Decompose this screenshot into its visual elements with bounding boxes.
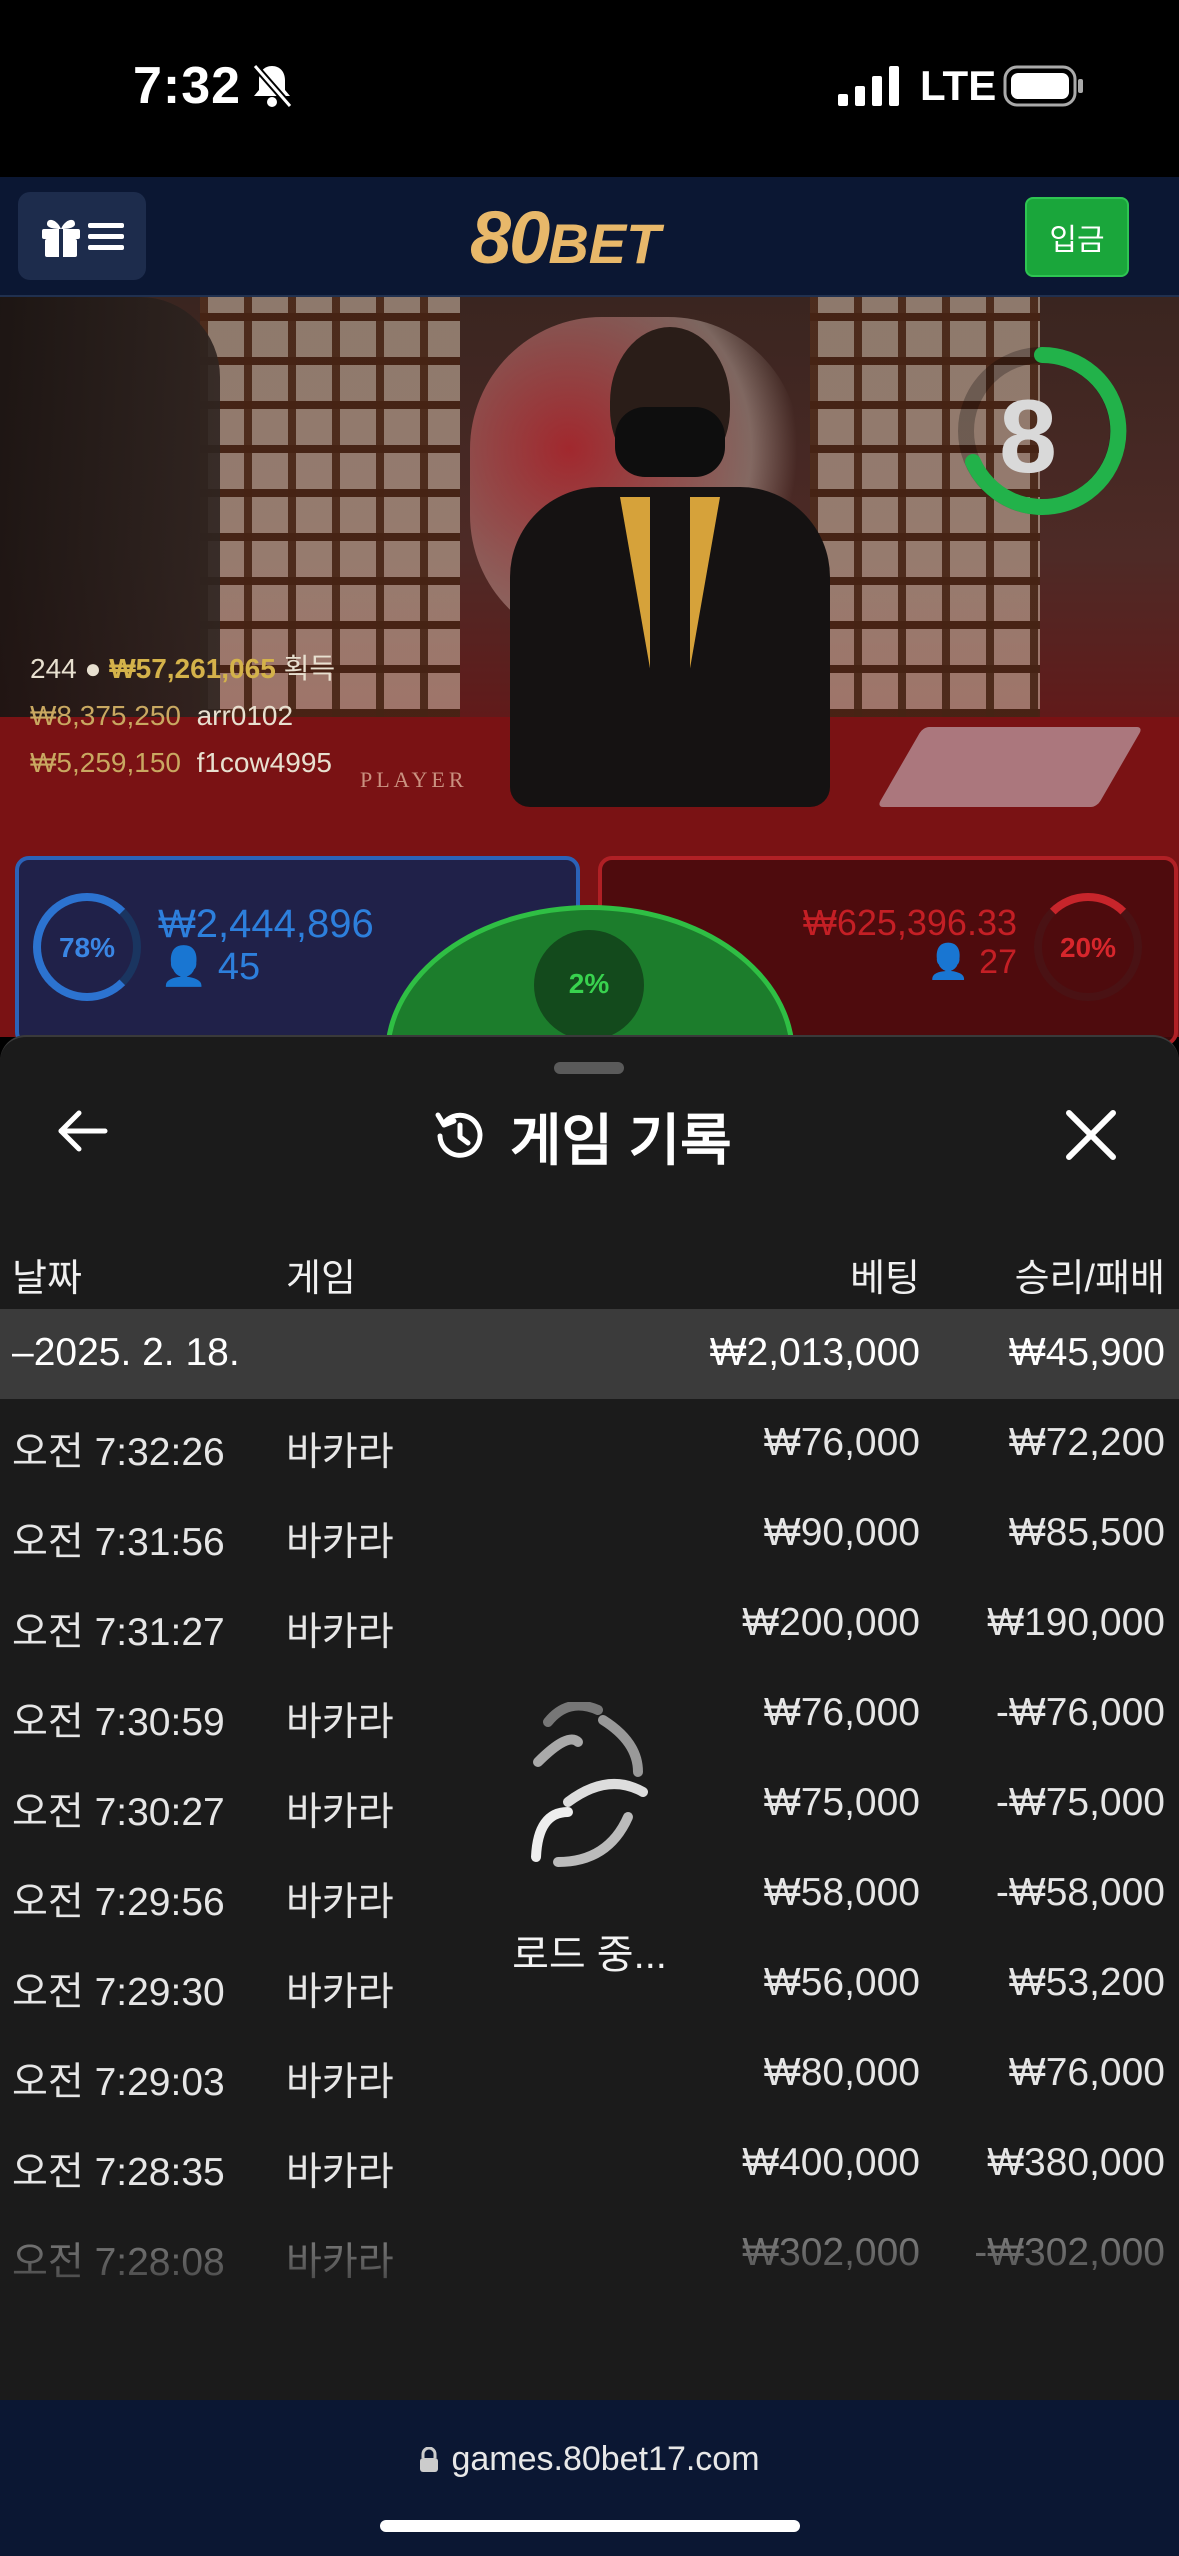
back-arrow-icon[interactable] (55, 1101, 111, 1161)
history-row-time: 오전 7:29:56 (12, 1881, 225, 1924)
history-row-bet: ₩76,000 (763, 1691, 920, 1734)
browser-url-bar: games.80bet17.com (0, 2400, 1179, 2556)
site-logo[interactable]: 80BET (470, 195, 660, 280)
list-fade (0, 2222, 1179, 2400)
history-row-result: -₩76,000 (995, 1691, 1165, 1734)
history-row-result: ₩72,200 (1008, 1421, 1165, 1464)
banker-percent: 20% (1059, 932, 1117, 963)
history-row-bet: ₩90,000 (763, 1511, 920, 1554)
history-row-time: 오전 7:28:35 (12, 2151, 225, 2194)
sheet-grabber[interactable] (554, 1062, 624, 1074)
history-row-result: ₩190,000 (987, 1601, 1165, 1644)
game-history-sheet: 게임 기록 날짜 게임 베팅 승리/패배 –2025. 2. 18. ₩2,01… (0, 1035, 1179, 2400)
user-icon: 👤 (160, 946, 208, 988)
countdown-number: 8 (999, 379, 1057, 495)
player-percent: 78% (58, 932, 116, 963)
home-indicator[interactable] (380, 2520, 800, 2532)
history-row-time: 오전 7:32:26 (12, 1431, 225, 1474)
winner-row: ₩8,375,250 arr0102 (30, 700, 294, 731)
banker-bet-amount: ₩625,396.33 (802, 902, 1017, 943)
player-bettor-count: 👤 45 (160, 946, 261, 988)
close-icon[interactable] (1063, 1107, 1119, 1163)
history-row-time: 오전 7:31:27 (12, 1611, 225, 1654)
loading-text: 로드 중... (512, 1933, 667, 1977)
history-row[interactable]: 오전 7:31:56 바카라 ₩90,000 ₩85,500 (0, 1489, 1179, 1579)
status-time: 7:32 (133, 57, 242, 115)
history-row-game: 바카라 (286, 1521, 394, 1564)
winners-list: 244 ● ₩57,261,065 획득 ₩8,375,250 arr0102 … (30, 645, 335, 786)
history-row-game: 바카라 (286, 2061, 394, 2104)
history-row-bet: ₩75,000 (763, 1781, 920, 1824)
column-header-result[interactable]: 승리/패배 (1015, 1247, 1165, 1302)
history-row-time: 오전 7:29:03 (12, 2061, 225, 2104)
history-row[interactable]: 오전 7:29:03 바카라 ₩80,000 ₩76,000 (0, 2029, 1179, 2119)
winner-row: ₩5,259,150 f1cow4995 (30, 747, 332, 778)
history-row-bet: ₩400,000 (742, 2141, 920, 2184)
history-row[interactable]: 오전 7:28:35 바카라 ₩400,000 ₩380,000 (0, 2119, 1179, 2209)
felt-label-player: PLAYER (360, 767, 468, 792)
history-row-result: ₩76,000 (1008, 2051, 1165, 2094)
history-icon (435, 1112, 483, 1158)
sheet-title: 게임 기록 (430, 1101, 732, 1172)
column-header-game[interactable]: 게임 (286, 1247, 356, 1302)
menu-button[interactable] (18, 192, 146, 280)
user-icon: 👤 (927, 943, 970, 981)
history-row-time: 오전 7:30:59 (12, 1701, 225, 1744)
history-row-game: 바카라 (286, 1881, 394, 1924)
history-row-result: ₩380,000 (987, 2141, 1165, 2184)
player-bet-amount: ₩2,444,896 (158, 902, 374, 946)
banker-bettor-count: 👤 27 (927, 943, 1017, 981)
history-row-bet: ₩76,000 (763, 1421, 920, 1464)
summary-date: –2025. 2. 18. (12, 1331, 240, 1374)
summary-result: ₩45,900 (1008, 1331, 1165, 1374)
card-shoe (876, 727, 1144, 807)
loading-spinner-icon (531, 1702, 648, 1867)
summary-bet: ₩2,013,000 (709, 1331, 920, 1374)
date-summary-row[interactable]: –2025. 2. 18. ₩2,013,000 ₩45,900 (0, 1309, 1179, 1399)
status-bar: 7:32 LTE (0, 0, 1179, 177)
url-field[interactable]: games.80bet17.com (0, 2440, 1179, 2479)
history-row-bet: ₩58,000 (763, 1871, 920, 1914)
bell-muted-icon (252, 63, 293, 108)
history-row-time: 오전 7:30:27 (12, 1791, 225, 1834)
sheet-title-text: 게임 기록 (510, 1108, 732, 1172)
signal-icon (838, 66, 899, 106)
deposit-button[interactable]: 입금 (1025, 197, 1129, 277)
history-row-result: ₩85,500 (1008, 1511, 1165, 1554)
column-header-date[interactable]: 날짜 (12, 1247, 82, 1302)
history-row-result: -₩75,000 (995, 1781, 1165, 1824)
dealer (500, 327, 840, 827)
site-header: 80BET 입금 (0, 177, 1179, 297)
history-row-game: 바카라 (286, 1701, 394, 1744)
history-row-result: -₩58,000 (995, 1871, 1165, 1914)
gift-icon (42, 219, 80, 257)
tie-percent: 2% (568, 968, 610, 999)
history-row[interactable]: 오전 7:32:26 바카라 ₩76,000 ₩72,200 (0, 1399, 1179, 1489)
lock-icon (420, 2446, 439, 2472)
history-row-game: 바카라 (286, 1791, 394, 1834)
history-row-time: 오전 7:31:56 (12, 1521, 225, 1564)
hamburger-icon (88, 223, 124, 250)
column-header-bet[interactable]: 베팅 (850, 1247, 920, 1302)
winners-total: 244 ● ₩57,261,065 획득 (30, 653, 336, 684)
network-label: LTE (920, 62, 997, 109)
history-row[interactable]: 오전 7:31:27 바카라 ₩200,000 ₩190,000 (0, 1579, 1179, 1669)
battery-icon (1003, 65, 1083, 107)
url-text: games.80bet17.com (451, 2440, 760, 2478)
history-row-game: 바카라 (286, 1611, 394, 1654)
history-row-bet: ₩200,000 (742, 1601, 920, 1644)
history-row-game: 바카라 (286, 2151, 394, 2194)
history-row-bet: ₩80,000 (763, 2051, 920, 2094)
history-row-game: 바카라 (286, 1431, 394, 1474)
